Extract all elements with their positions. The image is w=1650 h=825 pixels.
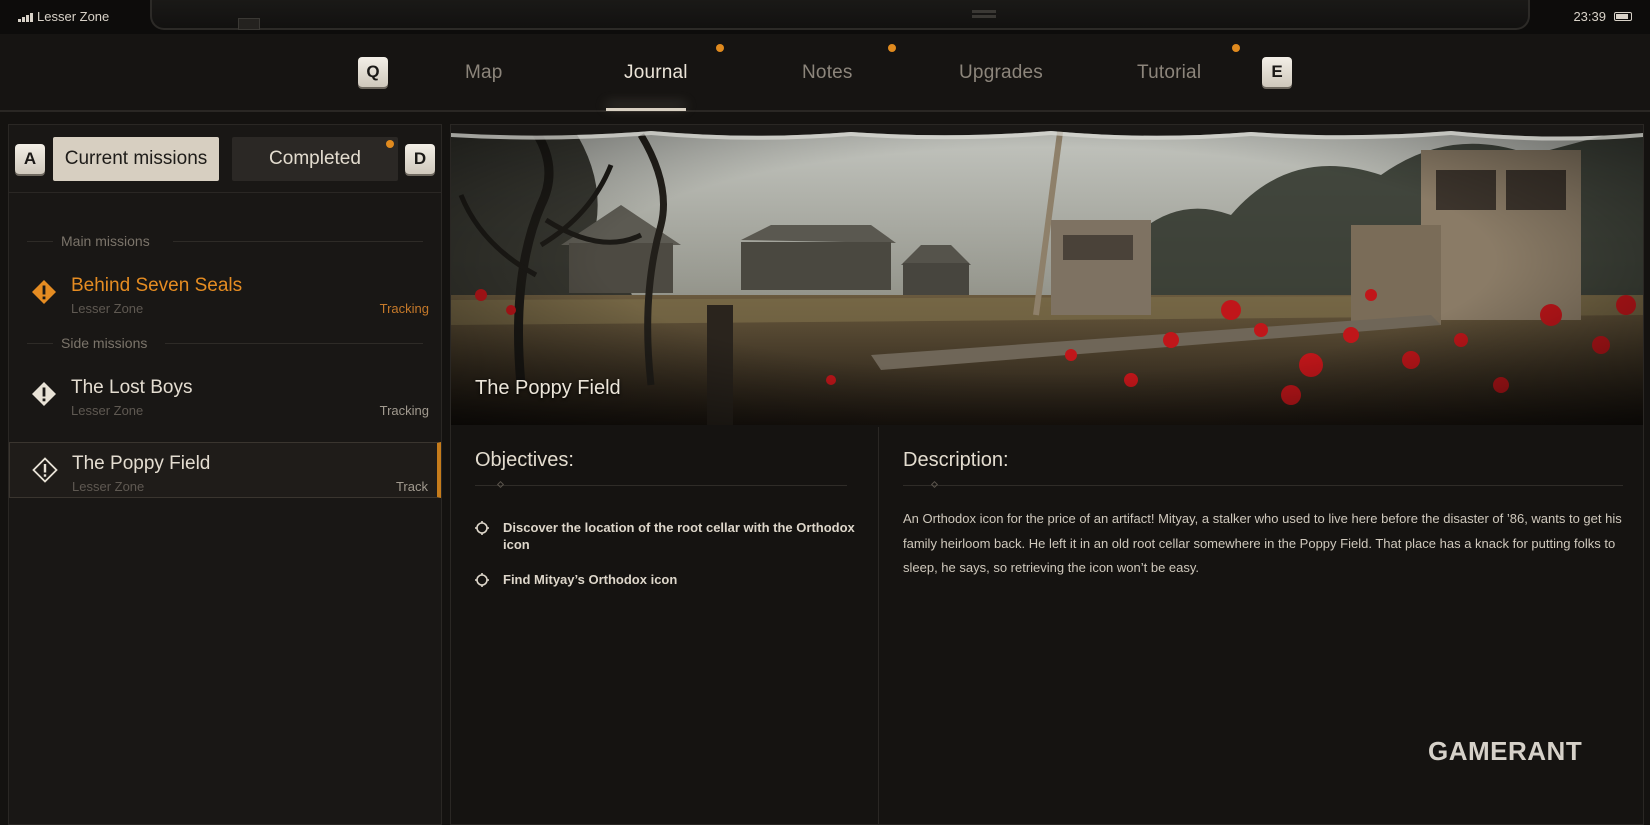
tab-journal[interactable]: Journal [624, 62, 688, 84]
banner-mission-title: The Poppy Field [475, 377, 621, 399]
objectives-divider [475, 485, 847, 486]
tab-current-missions[interactable]: Current missions [53, 137, 219, 181]
mission-track-button[interactable]: Track [396, 479, 428, 494]
status-left: Lesser Zone [18, 9, 109, 24]
divider-ornament [496, 480, 505, 489]
watermark-part2: RANT [1508, 736, 1583, 766]
objective-item: Discover the location of the root cellar… [475, 519, 855, 553]
prev-tab-key[interactable]: Q [358, 57, 388, 87]
section-divider [27, 241, 53, 242]
mission-location: Lesser Zone [71, 403, 144, 418]
tab-map[interactable]: Map [465, 62, 503, 84]
mission-track-status[interactable]: Tracking [380, 301, 429, 316]
mission-track-status[interactable]: Tracking [380, 403, 429, 418]
mission-title: The Poppy Field [72, 453, 211, 474]
journal-notification-dot [716, 44, 724, 52]
device-frame [150, 0, 1530, 30]
objective-item: Find Mityay’s Orthodox icon [475, 571, 855, 588]
prev-mission-tab-key[interactable]: A [15, 144, 45, 174]
mission-location: Lesser Zone [72, 479, 145, 494]
objective-text: Find Mityay’s Orthodox icon [503, 572, 678, 587]
main-missions-heading: Main missions [61, 233, 150, 249]
mission-behind-seven-seals[interactable]: Behind Seven Seals Lesser Zone Tracking [9, 265, 441, 323]
mission-detail-panel: The Poppy Field Objectives: Discover the… [450, 124, 1644, 825]
description-heading: Description: [903, 449, 1009, 471]
main-mission-icon [32, 280, 56, 304]
section-divider [27, 343, 53, 344]
mission-the-poppy-field[interactable]: The Poppy Field Lesser Zone Track [9, 442, 441, 498]
objective-marker-icon [475, 521, 489, 535]
mission-banner-image: The Poppy Field [451, 125, 1643, 425]
next-mission-tab-key[interactable]: D [405, 144, 435, 174]
objective-text: Discover the location of the root cellar… [503, 520, 855, 552]
tutorial-notification-dot [1232, 44, 1240, 52]
clock: 23:39 [1573, 9, 1606, 24]
side-mission-icon [32, 457, 58, 483]
divider-ornament [930, 480, 939, 489]
tab-notes[interactable]: Notes [802, 62, 853, 84]
section-divider [165, 343, 423, 344]
mission-tabs: A Current missions Completed D [9, 125, 441, 193]
zone-label: Lesser Zone [37, 9, 110, 24]
battery-icon [1614, 12, 1632, 21]
section-divider [173, 241, 423, 242]
notes-notification-dot [888, 44, 896, 52]
tab-upgrades[interactable]: Upgrades [959, 62, 1043, 84]
tab-tutorial[interactable]: Tutorial [1137, 62, 1201, 84]
description-text: An Orthodox icon for the price of an art… [903, 511, 1622, 575]
frame-notch [972, 10, 996, 13]
active-tab-indicator [606, 108, 686, 111]
status-right: 23:39 [1573, 9, 1632, 24]
tab-completed[interactable]: Completed [232, 137, 398, 181]
signal-icon [18, 12, 33, 22]
watermark-part1: GAME [1428, 736, 1508, 766]
top-navigation: Q Map Journal Notes Upgrades Tutorial E [0, 34, 1650, 112]
side-missions-heading: Side missions [61, 335, 148, 351]
mission-the-lost-boys[interactable]: The Lost Boys Lesser Zone Tracking [9, 367, 441, 425]
objectives-section: Objectives: Discover the location of the… [451, 427, 879, 824]
gamerant-watermark: GAMERANT [1428, 736, 1582, 767]
mission-title: The Lost Boys [71, 377, 193, 398]
mission-location: Lesser Zone [71, 301, 144, 316]
mission-title: Behind Seven Seals [71, 275, 243, 296]
objective-marker-icon [475, 573, 489, 587]
frame-tab [238, 18, 260, 30]
next-tab-key[interactable]: E [1262, 57, 1292, 87]
missions-panel: A Current missions Completed D Main miss… [8, 124, 442, 825]
poppy-field-illustration [451, 125, 1643, 425]
side-mission-icon [32, 382, 56, 406]
objectives-heading: Objectives: [475, 449, 574, 471]
completed-notification-dot [386, 140, 394, 148]
description-divider [903, 485, 1623, 486]
status-bar: Lesser Zone 23:39 [0, 0, 1650, 34]
